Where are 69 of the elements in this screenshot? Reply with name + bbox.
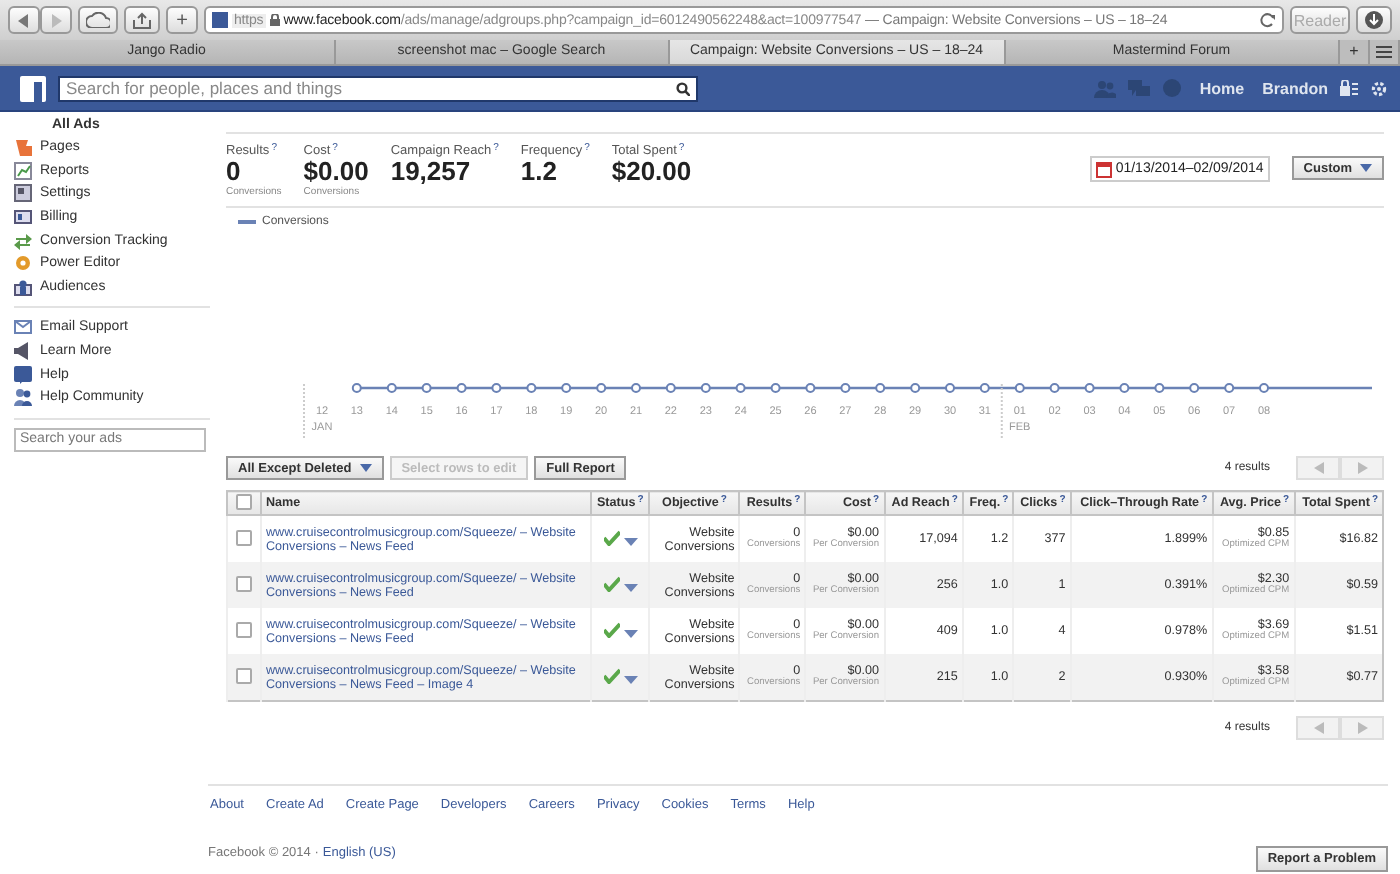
- left-arrow-icon: [18, 13, 30, 27]
- caret-icon[interactable]: [623, 583, 638, 591]
- back-button[interactable]: [8, 6, 40, 34]
- help-mark[interactable]: ?: [794, 494, 801, 506]
- select-all-checkbox[interactable]: [236, 493, 252, 509]
- caret-icon: [1360, 164, 1372, 172]
- row-checkbox[interactable]: [236, 529, 252, 545]
- share-button[interactable]: [124, 6, 160, 34]
- chart-icon: [14, 161, 32, 180]
- help-mark[interactable]: ?: [332, 144, 338, 158]
- caret-icon[interactable]: [623, 537, 638, 545]
- download-icon: [1364, 10, 1384, 30]
- envelope-icon: [14, 318, 32, 337]
- stat-value: $0.00: [303, 158, 369, 186]
- help-mark[interactable]: ?: [493, 144, 499, 158]
- new-tab-button[interactable]: +: [1340, 40, 1370, 64]
- left-arrow-icon: [1313, 462, 1323, 474]
- calendar-icon: [1095, 161, 1112, 177]
- share-icon: [132, 11, 152, 29]
- help-mark[interactable]: ?: [271, 144, 277, 158]
- stat-value: 1.2: [520, 158, 557, 186]
- window-icon: [14, 184, 32, 203]
- caret-icon: [359, 464, 372, 472]
- new-tab-button[interactable]: +: [166, 6, 198, 34]
- person-icon: [14, 277, 32, 296]
- help-mark[interactable]: ?: [872, 494, 879, 506]
- right-arrow-icon: [50, 13, 62, 27]
- card-icon: [14, 208, 32, 227]
- settings-icon[interactable]: [1370, 79, 1388, 97]
- help-mark[interactable]: ?: [584, 144, 590, 158]
- people-icon: [14, 388, 32, 407]
- stat-value: 0: [226, 158, 243, 186]
- help-mark[interactable]: ?: [637, 494, 644, 506]
- forward-button[interactable]: [40, 6, 72, 34]
- tab-list-button[interactable]: [1370, 40, 1400, 64]
- lock-icon: [269, 14, 280, 26]
- row-checkbox[interactable]: [236, 621, 252, 637]
- nav-link[interactable]: Brandon: [1262, 79, 1328, 97]
- list-icon: [1376, 46, 1392, 58]
- stat-value: $20.00: [611, 158, 692, 186]
- help-mark[interactable]: ?: [1002, 494, 1009, 506]
- legend-swatch-icon: [238, 219, 256, 225]
- help-mark[interactable]: ?: [1371, 494, 1378, 506]
- help-mark[interactable]: ?: [720, 494, 727, 506]
- row-checkbox[interactable]: [236, 575, 252, 591]
- right-arrow-icon: [1357, 462, 1367, 474]
- stat-value: 19,257: [390, 158, 473, 186]
- caret-icon[interactable]: [623, 675, 638, 683]
- right-arrow-icon: [1357, 722, 1367, 734]
- megaphone-icon: [14, 342, 32, 361]
- flag-icon: [14, 138, 32, 157]
- privacy-icon[interactable]: [1340, 80, 1358, 96]
- cloud-icon: [86, 12, 110, 28]
- left-arrow-icon: [1313, 722, 1323, 734]
- help-mark[interactable]: ?: [1059, 494, 1066, 506]
- reload-icon[interactable]: [1260, 12, 1276, 28]
- arrows-icon: [14, 231, 32, 250]
- search-field[interactable]: Search for people, places and things: [58, 75, 698, 101]
- help-mark[interactable]: ?: [1201, 494, 1208, 506]
- search-icon: [676, 81, 690, 95]
- row-checkbox[interactable]: [236, 667, 252, 683]
- help-mark[interactable]: ?: [951, 494, 958, 506]
- help-mark[interactable]: ?: [678, 144, 685, 158]
- downloads-button[interactable]: [1356, 6, 1392, 34]
- nav-link[interactable]: Home: [1199, 79, 1245, 97]
- speech-bubble-icon: [14, 365, 32, 384]
- help-mark[interactable]: ?: [1283, 494, 1290, 506]
- cloud-button[interactable]: [78, 6, 118, 34]
- caret-icon[interactable]: [623, 629, 638, 637]
